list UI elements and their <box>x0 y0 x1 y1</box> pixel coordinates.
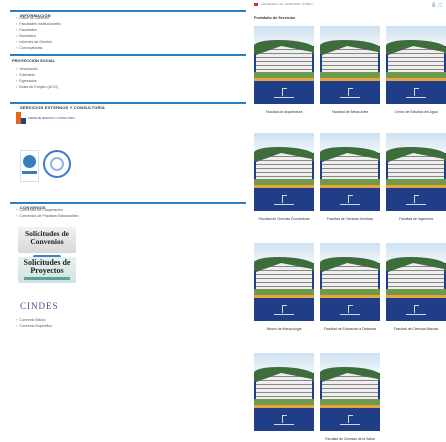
informacion-header: INFORMACIÓN <box>10 4 246 18</box>
card-label: Facultad de Ciencias de la Salud <box>325 437 375 441</box>
logo-text: UNIDAD DE SERVICIOS Y CONSULTORÍA <box>28 117 75 120</box>
list-item[interactable]: Convenios de Prácticas Estudiantiles <box>16 213 246 219</box>
left-column: INFORMACIÓN Datos de Contexto Facultades… <box>10 4 246 329</box>
portfolio-card[interactable]: Facultad de Bellas Artes <box>320 26 380 115</box>
update-bar: Actualizado: Lun, 13/01/2015 - 2:59pm ⎙ … <box>252 0 446 8</box>
list-item[interactable]: Convenio Específico <box>16 323 246 329</box>
portfolio-card[interactable]: Facultad de Ingeniería <box>386 133 446 222</box>
solicitudes-convenios-button[interactable]: Solicitudes de Convenios Descargue Aquí <box>18 227 76 261</box>
card-label: Facultad de Ciencias Básicas <box>393 327 439 331</box>
card-thumbnail <box>320 243 380 321</box>
card-label: Facultad de Ciencias Económicas <box>258 217 310 221</box>
divider <box>10 54 246 56</box>
card-label: Facultad de Ciencias Jurídicas <box>326 217 374 221</box>
card-thumbnail <box>320 133 380 211</box>
card-thumbnail <box>386 26 446 104</box>
updated-text: Actualizado: Lun, 13/01/2015 - 2:59pm <box>261 2 313 6</box>
portfolio-card[interactable]: Facultad de Ciencias Jurídicas <box>320 133 380 222</box>
convenios-list: Convenios de Cooperación Convenios de Pr… <box>10 207 246 219</box>
tool-icons: ⎙ ▢ <box>432 2 442 7</box>
card-label: Facultad de Bellas Artes <box>331 110 369 114</box>
card-thumbnail <box>254 243 314 321</box>
card-thumbnail <box>254 26 314 104</box>
portfolio-card[interactable]: Facultad de Educación a Distancia <box>320 243 380 332</box>
right-column: Actualizado: Lun, 13/01/2015 - 2:59pm ⎙ … <box>252 0 446 441</box>
convenios-list-2: Convenio Marco Convenio Específico <box>10 317 246 329</box>
card-thumbnail <box>254 353 314 431</box>
card-label: Facultad de Arquitectura <box>265 110 303 114</box>
print-icon[interactable]: ⎙ <box>432 2 435 7</box>
card-thumbnail <box>386 243 446 321</box>
card-thumbnail <box>254 133 314 211</box>
portfolio-card[interactable]: Museo de Antropología <box>254 243 314 332</box>
icontec-badge-icon <box>20 150 39 182</box>
servicios-header: SERVICIOS EXTERNOS Y CONSULTORÍA <box>10 96 246 110</box>
pdf-icon[interactable]: ▢ <box>438 2 442 7</box>
portfolio-card[interactable]: Facultad de Ciencias Básicas <box>386 243 446 332</box>
list-item[interactable]: Bolsa de Empleo (UCO) <box>16 84 246 90</box>
button-title: Solicitudes de Proyectos <box>23 258 71 275</box>
proyeccion-list: Vinculación Extensión Egresados Bolsa de… <box>10 66 246 90</box>
portfolio-title: Portafolio de Servicios <box>254 16 296 20</box>
portfolio-card[interactable]: Facultad de Arquitectura <box>254 26 314 115</box>
list-item[interactable]: Convocatorias <box>16 45 246 51</box>
informacion-list: Datos de Contexto Facultades Institucion… <box>10 15 246 51</box>
portfolio-card[interactable]: Facultad de Ciencias Económicas <box>254 133 314 222</box>
portfolio-card[interactable]: Centro de Estudios del Agua <box>386 26 446 115</box>
solicitudes-proyectos-button[interactable]: Solicitudes de Proyectos <box>18 257 76 283</box>
card-thumbnail <box>320 26 380 104</box>
card-label: Museo de Antropología <box>266 327 302 331</box>
proyeccion-heading: PROYECCIÓN SOCIAL <box>12 58 56 63</box>
card-thumbnail <box>386 133 446 211</box>
servicios-logo[interactable]: UNIDAD DE SERVICIOS Y CONSULTORÍA <box>16 112 75 124</box>
portfolio-card[interactable] <box>254 353 314 437</box>
logo-shape <box>21 118 26 124</box>
card-label: Facultad de Ingeniería <box>399 217 433 221</box>
certification-badges <box>20 150 246 182</box>
card-label: Facultad de Educación a Distancia <box>323 327 377 331</box>
card-label: Centro de Estudios del Agua <box>394 110 438 114</box>
flag-icon <box>254 2 258 6</box>
cindes-logo[interactable]: CINDES <box>20 301 246 311</box>
iqnet-badge-icon <box>43 150 71 178</box>
convenios-header: CONVENIOS <box>10 196 246 210</box>
portfolio-card[interactable]: Facultad de Ciencias de la Salud <box>320 353 380 442</box>
button-accent <box>24 277 70 280</box>
card-thumbnail <box>320 353 380 431</box>
button-title: Solicitudes de Convenios <box>25 229 69 246</box>
